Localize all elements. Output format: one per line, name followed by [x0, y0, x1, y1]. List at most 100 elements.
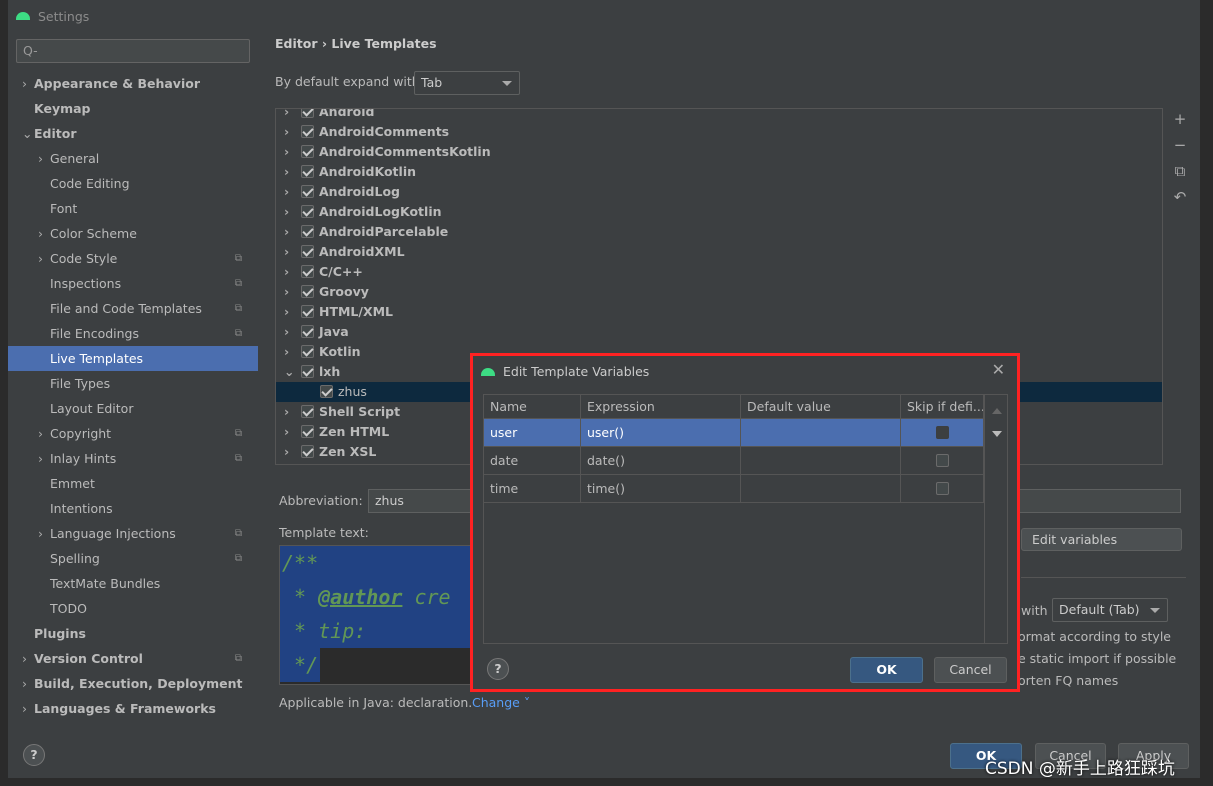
template-group[interactable]: › Android	[276, 109, 1162, 122]
cell-default[interactable]	[741, 475, 901, 503]
static-import-option[interactable]: e static import if possible	[1018, 651, 1176, 666]
template-group[interactable]: › AndroidKotlin	[276, 162, 1162, 182]
template-group[interactable]: › Java	[276, 322, 1162, 342]
checkbox[interactable]	[301, 305, 314, 318]
chevron-right-icon[interactable]: ›	[284, 222, 301, 242]
edit-variables-button[interactable]: Edit variables	[1021, 528, 1182, 551]
chevron-right-icon[interactable]: ›	[284, 342, 301, 362]
sidebar-item[interactable]: › Version Control ⧉	[8, 646, 258, 671]
sidebar-item[interactable]: › Copyright ⧉	[8, 421, 258, 446]
sidebar-item[interactable]: File Encodings ⧉	[8, 321, 258, 346]
sidebar-item[interactable]: ⌄ Editor	[8, 121, 258, 146]
checkbox[interactable]	[301, 145, 314, 158]
template-group[interactable]: › HTML/XML	[276, 302, 1162, 322]
sidebar-item[interactable]: › Inlay Hints ⧉	[8, 446, 258, 471]
checkbox[interactable]	[301, 205, 314, 218]
sidebar-item[interactable]: › Build, Execution, Deployment	[8, 671, 258, 696]
checkbox[interactable]	[301, 445, 314, 458]
sidebar-item[interactable]: Inspections ⧉	[8, 271, 258, 296]
cell-name[interactable]: user	[484, 419, 581, 447]
close-icon[interactable]: ✕	[992, 360, 1005, 379]
template-group[interactable]: › AndroidLogKotlin	[276, 202, 1162, 222]
chevron-down-icon[interactable]: ⌄	[284, 362, 301, 382]
table-scrollbar[interactable]	[984, 395, 1008, 643]
chevron-right-icon[interactable]: ›	[284, 142, 301, 162]
template-group[interactable]: › AndroidLog	[276, 182, 1162, 202]
remove-icon[interactable]: −	[1170, 136, 1190, 162]
chevron-right-icon[interactable]: ›	[284, 109, 301, 122]
chevron-right-icon[interactable]: ›	[284, 302, 301, 322]
checkbox[interactable]	[301, 325, 314, 338]
chevron-right-icon[interactable]: ›	[284, 182, 301, 202]
cell-expression[interactable]: user()	[581, 419, 741, 447]
sidebar-item[interactable]: Spelling ⧉	[8, 546, 258, 571]
checkbox[interactable]	[301, 185, 314, 198]
checkbox[interactable]	[301, 265, 314, 278]
chevron-right-icon[interactable]: ›	[284, 202, 301, 222]
sidebar-item[interactable]: › Appearance & Behavior	[8, 71, 258, 96]
reformat-option[interactable]: ormat according to style	[1018, 629, 1171, 644]
table-row[interactable]: user user()	[484, 419, 984, 447]
chevron-right-icon[interactable]: ›	[284, 162, 301, 182]
sidebar-item[interactable]: Plugins	[8, 621, 258, 646]
checkbox[interactable]	[301, 165, 314, 178]
chevron-right-icon[interactable]: ›	[284, 422, 301, 442]
chevron-right-icon[interactable]: ›	[284, 442, 301, 462]
sidebar-item[interactable]: Keymap	[8, 96, 258, 121]
column-header-skip[interactable]: Skip if defi...	[901, 395, 984, 419]
column-header-expression[interactable]: Expression	[581, 395, 741, 419]
column-header-name[interactable]: Name	[484, 395, 581, 419]
expand-select[interactable]: Tab	[414, 71, 520, 95]
template-group[interactable]: › AndroidComments	[276, 122, 1162, 142]
template-group[interactable]: › AndroidXML	[276, 242, 1162, 262]
chevron-right-icon[interactable]: ›	[284, 262, 301, 282]
cell-default[interactable]	[741, 419, 901, 447]
checkbox[interactable]	[320, 385, 333, 398]
checkbox[interactable]	[301, 405, 314, 418]
cell-name[interactable]: time	[484, 475, 581, 503]
cell-expression[interactable]: date()	[581, 447, 741, 475]
move-up-icon[interactable]	[992, 403, 1002, 414]
sidebar-item[interactable]: TextMate Bundles	[8, 571, 258, 596]
sidebar-item[interactable]: Font	[8, 196, 258, 221]
skip-checkbox[interactable]	[936, 482, 949, 495]
settings-search-input[interactable]: Q-	[16, 39, 250, 63]
template-text-editor[interactable]: /** * @author cre * tip: */	[279, 545, 499, 685]
skip-checkbox[interactable]	[936, 454, 949, 467]
checkbox[interactable]	[301, 285, 314, 298]
table-row[interactable]: time time()	[484, 475, 984, 503]
dialog-help-button[interactable]: ?	[487, 658, 509, 680]
sidebar-item[interactable]: › Languages & Frameworks	[8, 696, 258, 721]
skip-checkbox[interactable]	[936, 426, 949, 439]
sidebar-item[interactable]: Emmet	[8, 471, 258, 496]
sidebar-item[interactable]: Code Editing	[8, 171, 258, 196]
template-group[interactable]: › C/C++	[276, 262, 1162, 282]
shorten-fq-option[interactable]: orten FQ names	[1018, 673, 1118, 688]
add-icon[interactable]: +	[1170, 110, 1190, 136]
cell-expression[interactable]: time()	[581, 475, 741, 503]
checkbox[interactable]	[301, 125, 314, 138]
restore-icon[interactable]: ↶	[1170, 188, 1190, 214]
change-context-link[interactable]: Change ˅	[472, 695, 530, 710]
chevron-right-icon[interactable]: ›	[284, 322, 301, 342]
checkbox[interactable]	[301, 225, 314, 238]
checkbox[interactable]	[301, 109, 314, 118]
checkbox[interactable]	[301, 425, 314, 438]
template-group[interactable]: › AndroidCommentsKotlin	[276, 142, 1162, 162]
chevron-right-icon[interactable]: ›	[284, 242, 301, 262]
column-header-default[interactable]: Default value	[741, 395, 901, 419]
cell-default[interactable]	[741, 447, 901, 475]
sidebar-item[interactable]: Live Templates	[8, 346, 258, 371]
table-row[interactable]: date date()	[484, 447, 984, 475]
cell-name[interactable]: date	[484, 447, 581, 475]
template-group[interactable]: › Groovy	[276, 282, 1162, 302]
sidebar-item[interactable]: › Color Scheme	[8, 221, 258, 246]
sidebar-item[interactable]: › Language Injections ⧉	[8, 521, 258, 546]
template-group[interactable]: › AndroidParcelable	[276, 222, 1162, 242]
checkbox[interactable]	[301, 365, 314, 378]
sidebar-item[interactable]: File and Code Templates ⧉	[8, 296, 258, 321]
move-down-icon[interactable]	[992, 431, 1002, 442]
help-button[interactable]: ?	[23, 744, 45, 766]
sidebar-item[interactable]: Layout Editor	[8, 396, 258, 421]
copy-icon[interactable]: ⧉	[1170, 162, 1190, 188]
